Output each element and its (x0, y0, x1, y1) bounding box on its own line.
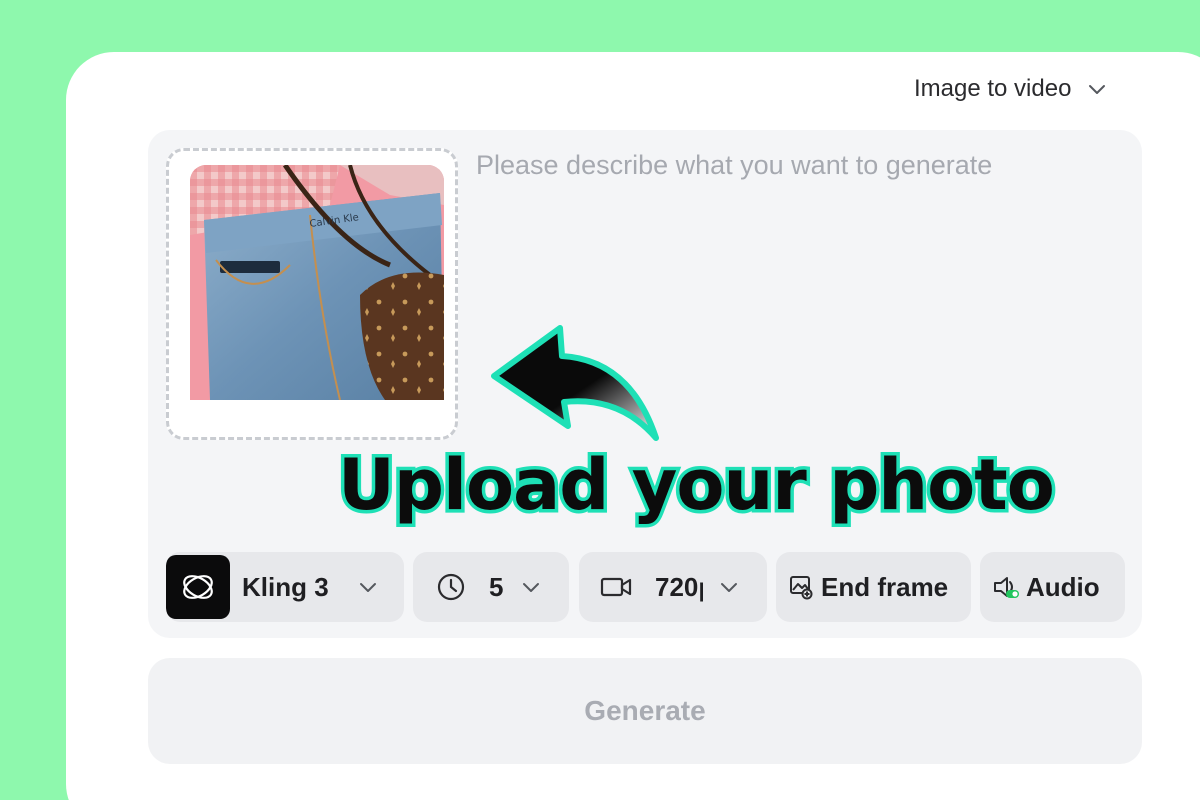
uploaded-image-thumbnail: Calvin Kle (190, 165, 444, 400)
duration-label: 5 (489, 571, 504, 602)
chevron-down-icon (721, 583, 737, 592)
audio-toggle[interactable]: Audio (980, 552, 1125, 622)
resolution-select[interactable]: 720p (579, 552, 767, 622)
model-label: Kling 3. (242, 571, 328, 602)
end-frame-button[interactable]: End frame (776, 552, 971, 622)
chevron-down-icon (1089, 85, 1106, 94)
video-camera-icon (600, 577, 632, 597)
chevron-down-icon (360, 583, 376, 592)
audio-toggle-icon (994, 577, 1019, 598)
model-select[interactable]: Kling 3. (166, 552, 404, 622)
generate-button[interactable]: Generate (148, 658, 1142, 764)
model-logo-icon (166, 555, 230, 619)
clock-icon (437, 573, 465, 601)
duration-select[interactable]: 5 (413, 552, 569, 622)
audio-label: Audio (1026, 571, 1100, 602)
mode-dropdown[interactable]: Image to video (914, 74, 1109, 104)
uploaded-photo: Calvin Kle (190, 165, 444, 400)
end-frame-label: End frame (821, 571, 949, 602)
chevron-down-icon (523, 583, 539, 592)
mode-dropdown-label: Image to video (914, 75, 1072, 102)
resolution-label: 720p (655, 571, 703, 602)
end-frame-icon (790, 576, 813, 600)
upload-callout-text: Upload your photo (335, 441, 1059, 530)
curved-arrow-icon (491, 325, 659, 441)
